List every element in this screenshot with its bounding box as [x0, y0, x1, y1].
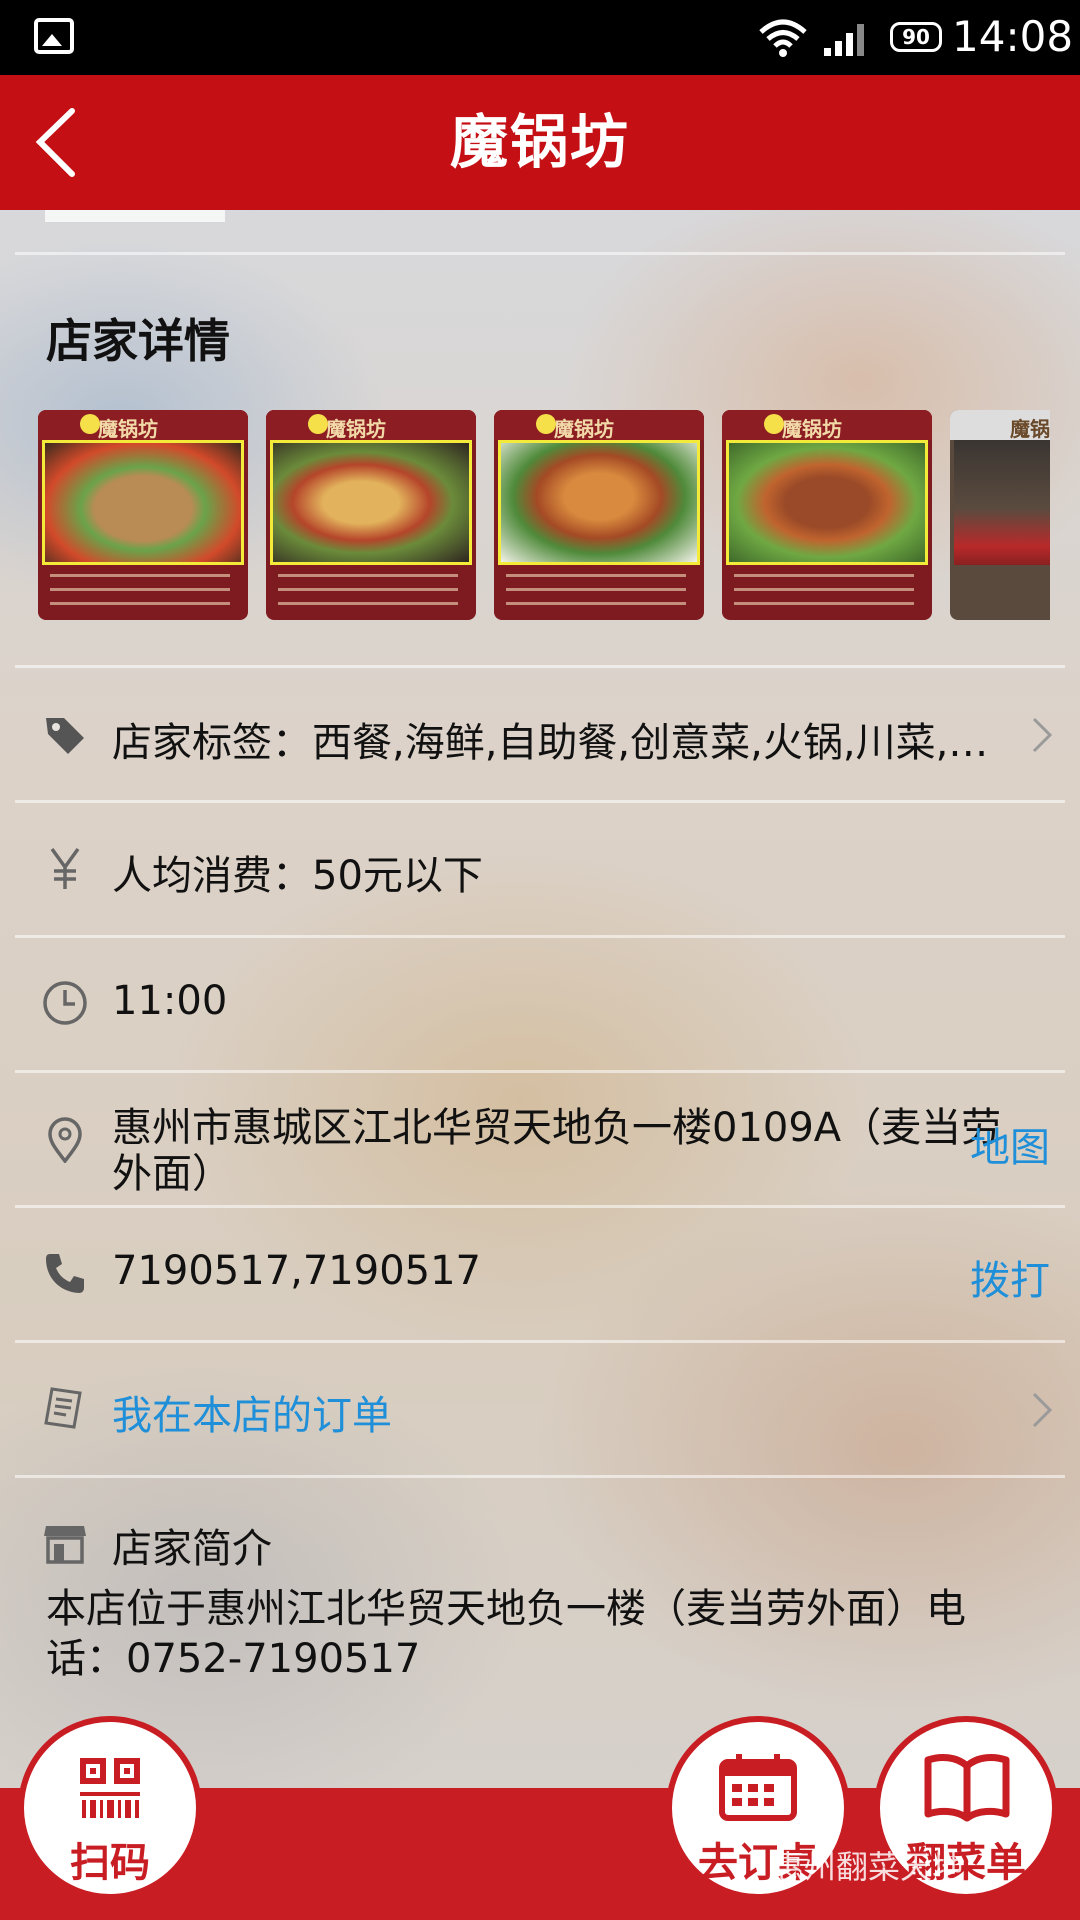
receipt-icon	[44, 1387, 82, 1429]
scan-label: 扫码	[70, 1840, 150, 1886]
divider	[15, 665, 1065, 668]
photo-carousel[interactable]: 魔锅坊 魔锅坊 魔锅坊 魔锅坊 魔锅坊	[38, 410, 1050, 620]
open-book-icon	[924, 1754, 1010, 1822]
phone-number: 7190517,7190517	[112, 1248, 482, 1294]
phone-row[interactable]: 7190517,7190517 拨打	[0, 1210, 1080, 1340]
average-spend-text: 人均消费：50元以下	[112, 853, 483, 899]
thumbnail-brand-text: 魔锅坊	[554, 417, 614, 441]
divider	[15, 1340, 1065, 1343]
store-tags-row[interactable]: 店家标签：西餐,海鲜,自助餐,创意菜,火锅,川菜,湘...	[0, 670, 1080, 800]
section-title: 店家详情	[46, 314, 230, 368]
photo-thumbnail[interactable]: 魔锅坊	[722, 410, 932, 620]
address-line-2: 外面）	[112, 1151, 232, 1197]
battery-icon: 90	[890, 22, 942, 52]
tab-indicator	[45, 210, 225, 222]
wifi-icon	[759, 19, 807, 57]
intro-title: 店家简介	[112, 1526, 272, 1572]
my-orders-row[interactable]: 我在本店的订单	[0, 1345, 1080, 1475]
gallery-notification-icon	[34, 18, 74, 54]
photo-thumbnail[interactable]: 魔锅坊	[494, 410, 704, 620]
business-hours-row: 11:00	[0, 940, 1080, 1070]
dish-photo	[498, 440, 700, 565]
thumbnail-brand-text: 魔锅坊	[782, 417, 842, 441]
phone-icon	[46, 1254, 84, 1293]
call-button[interactable]: 拨打	[970, 1248, 1050, 1306]
storefront-icon	[44, 1526, 86, 1564]
divider	[15, 800, 1065, 803]
divider	[15, 252, 1065, 255]
store-intro: 店家简介 本店位于惠州江北华贸天地负一楼（麦当劳外面）电 话：0752-7190…	[0, 1480, 1080, 1682]
divider	[15, 1205, 1065, 1208]
signal-icon	[824, 24, 864, 56]
yen-icon	[50, 847, 80, 889]
photo-thumbnail[interactable]: 魔锅坊	[950, 410, 1050, 620]
photo-thumbnail[interactable]: 魔锅坊	[38, 410, 248, 620]
clock-icon	[43, 981, 87, 1025]
divider	[15, 1475, 1065, 1478]
dish-photo	[42, 440, 244, 565]
thumbnail-brand-text: 魔锅坊	[1010, 417, 1050, 441]
tag-icon	[46, 718, 84, 754]
scan-button[interactable]: 扫码	[18, 1716, 202, 1900]
divider	[15, 935, 1065, 938]
location-pin-icon	[48, 1117, 82, 1163]
storefront-photo	[954, 440, 1050, 565]
thumbnail-brand-text: 魔锅坊	[98, 417, 158, 441]
map-link[interactable]: 地图	[970, 1115, 1050, 1173]
page-title: 魔锅坊	[449, 108, 630, 176]
intro-text-line-2: 话：0752-7190517	[46, 1636, 421, 1682]
address-row[interactable]: 惠州市惠城区江北华贸天地负一楼0109A（麦当劳 外面） 地图	[0, 1075, 1080, 1210]
qr-code-icon	[80, 1758, 140, 1818]
status-bar: 90 14:08	[0, 0, 1080, 75]
average-spend-row: 人均消费：50元以下	[0, 805, 1080, 935]
address-line-1: 惠州市惠城区江北华贸天地负一楼0109A（麦当劳	[112, 1105, 1002, 1151]
dish-photo	[726, 440, 928, 565]
photo-thumbnail[interactable]: 魔锅坊	[266, 410, 476, 620]
business-hours-text: 11:00	[112, 978, 228, 1024]
divider	[15, 1070, 1065, 1073]
thumbnail-brand-text: 魔锅坊	[326, 417, 386, 441]
status-time: 14:08	[952, 12, 1074, 61]
watermark-text: 惠州翻菜天地	[772, 1848, 965, 1886]
chevron-right-icon	[1032, 717, 1053, 753]
my-orders-link[interactable]: 我在本店的订单	[112, 1383, 392, 1441]
app-header: 魔锅坊	[0, 75, 1080, 210]
chevron-right-icon	[1032, 1392, 1053, 1428]
store-tags-text: 店家标签：西餐,海鲜,自助餐,创意菜,火锅,川菜,湘...	[112, 720, 1022, 766]
calendar-icon	[719, 1754, 797, 1821]
dish-photo	[270, 440, 472, 565]
